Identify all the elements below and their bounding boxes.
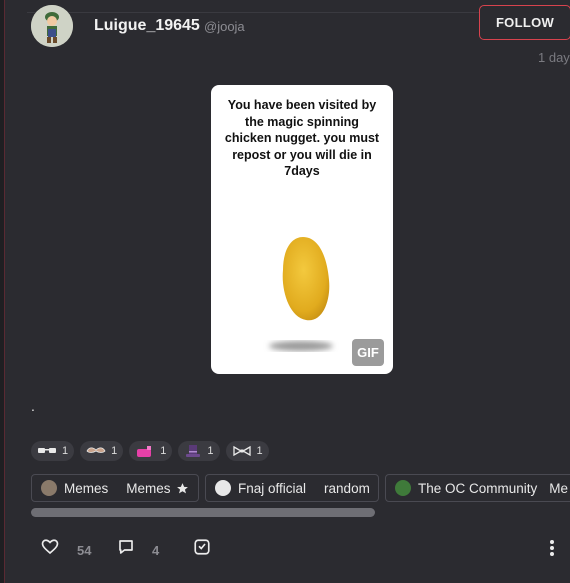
- tag-label: The OC Community: [418, 480, 538, 496]
- tag-label-secondary: Me: [549, 480, 569, 496]
- oc-community-icon: [395, 480, 411, 496]
- comment-icon[interactable]: [117, 538, 135, 556]
- tags-scrollbar[interactable]: [31, 508, 375, 517]
- like-count: 54: [77, 543, 92, 558]
- bowtie-icon: [232, 445, 251, 457]
- reaction-potion[interactable]: 1: [129, 441, 173, 461]
- star-icon: [176, 482, 188, 493]
- comment-count: 4: [152, 543, 160, 558]
- post-card: Luigue_19645 @jooja FOLLOW 1 day You hav…: [5, 0, 570, 583]
- heart-icon[interactable]: [41, 538, 59, 556]
- reaction-count: 1: [62, 445, 69, 457]
- top-hat-icon: [186, 445, 201, 457]
- chicken-nugget-image: [269, 237, 333, 351]
- post-body-text: .: [31, 398, 35, 414]
- pink-potion-icon: [137, 446, 152, 457]
- more-options-icon[interactable]: [547, 538, 557, 558]
- reaction-count: 1: [160, 445, 167, 457]
- avatar[interactable]: [31, 5, 73, 47]
- tag-oc-community[interactable]: The OC Community Me: [385, 474, 570, 502]
- user-handle: @jooja: [204, 19, 245, 34]
- reaction-bowtie[interactable]: 1: [225, 441, 269, 461]
- tag-label: Memes: [64, 480, 109, 496]
- gif-badge: GIF: [352, 339, 384, 366]
- memes-community-icon: [41, 480, 57, 496]
- tag-label-secondary: random: [324, 480, 370, 496]
- reactions-row: 1 1 1 1 1: [31, 441, 269, 461]
- reaction-tophat[interactable]: 1: [178, 441, 220, 461]
- reaction-count: 1: [256, 445, 263, 457]
- fnaj-community-icon: [215, 480, 231, 496]
- reaction-mustache[interactable]: 1: [80, 441, 124, 461]
- reaction-count: 1: [111, 445, 118, 457]
- username[interactable]: Luigue_19645: [94, 17, 200, 35]
- tag-label-secondary: Memes: [126, 480, 171, 496]
- avatar-image: [31, 5, 73, 47]
- reaction-count: 1: [207, 445, 214, 457]
- top-divider: [27, 12, 497, 13]
- tag-props-icon[interactable]: [193, 538, 211, 556]
- community-tags-row: Memes Memes Fnaj official random The OC …: [31, 474, 570, 504]
- post-time: 1 day: [538, 50, 570, 65]
- gif-embed[interactable]: You have been visited by the magic spinn…: [211, 85, 393, 374]
- mustache-icon: [86, 447, 106, 453]
- tag-label: Fnaj official: [238, 480, 307, 496]
- glasses-icon: [38, 448, 56, 453]
- reaction-glasses[interactable]: 1: [31, 441, 75, 461]
- tag-fnaj-official[interactable]: Fnaj official random: [205, 474, 379, 502]
- follow-button[interactable]: FOLLOW: [479, 5, 570, 40]
- tag-memes[interactable]: Memes Memes: [31, 474, 199, 502]
- post-actions: 54 4: [41, 538, 561, 562]
